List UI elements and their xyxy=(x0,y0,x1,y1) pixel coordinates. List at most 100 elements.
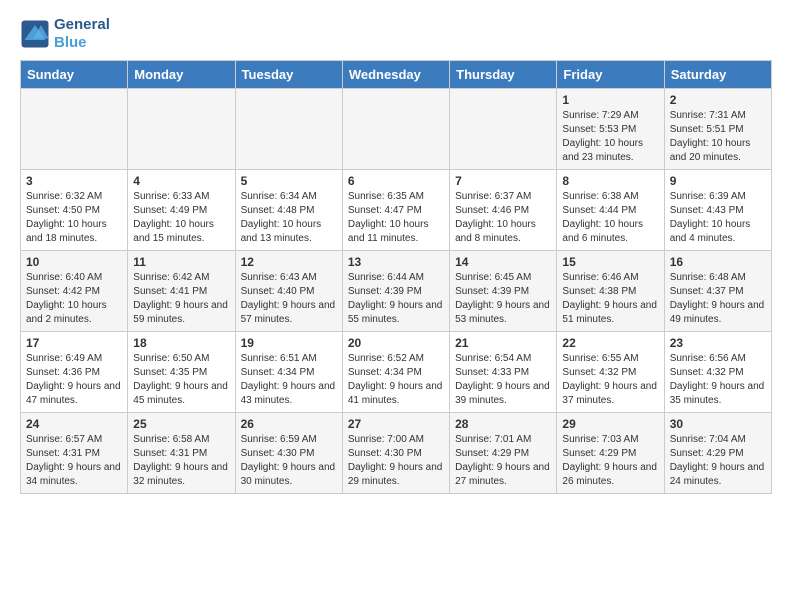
day-info: Sunrise: 6:48 AM Sunset: 4:37 PM Dayligh… xyxy=(670,271,766,327)
calendar-cell: 9Sunrise: 6:39 AM Sunset: 4:43 PM Daylig… xyxy=(664,170,771,251)
calendar-cell: 17 Sunrise: 6:49 AM Sunset: 4:36 PM Dayli… xyxy=(21,332,128,413)
day-number: 15 xyxy=(562,255,658,269)
day-info: Sunrise: 6:56 AM Sunset: 4:32 PM Dayligh… xyxy=(670,352,766,408)
weekday-header: Thursday xyxy=(450,61,557,89)
calendar-cell xyxy=(128,89,235,170)
day-number: 6 xyxy=(348,174,444,188)
day-info: Sunrise: 6:50 AM Sunset: 4:35 PM Dayligh… xyxy=(133,352,229,408)
day-info: Sunrise: 6:39 AM Sunset: 4:43 PM Dayligh… xyxy=(670,190,766,246)
day-info: Sunrise: 6:58 AM Sunset: 4:31 PM Dayligh… xyxy=(133,433,229,489)
day-info: Sunrise: 6:32 AM Sunset: 4:50 PM Dayligh… xyxy=(26,190,122,246)
day-info: Sunrise: 7:31 AM Sunset: 5:51 PM Dayligh… xyxy=(670,109,766,165)
calendar-cell: 13Sunrise: 6:44 AM Sunset: 4:39 PM Dayli… xyxy=(342,251,449,332)
day-number: 19 xyxy=(241,336,337,350)
day-number: 29 xyxy=(562,417,658,431)
calendar-cell: 1 Sunrise: 7:29 AM Sunset: 5:53 PM Daylig… xyxy=(557,89,664,170)
day-info: Sunrise: 6:49 AM Sunset: 4:36 PM Dayligh… xyxy=(26,352,122,408)
calendar-header: SundayMondayTuesdayWednesdayThursdayFrid… xyxy=(21,61,772,89)
logo-icon xyxy=(20,19,50,49)
calendar-cell: 14Sunrise: 6:45 AM Sunset: 4:39 PM Dayli… xyxy=(450,251,557,332)
day-info: Sunrise: 6:59 AM Sunset: 4:30 PM Dayligh… xyxy=(241,433,337,489)
calendar-cell xyxy=(450,89,557,170)
calendar-cell: 4 Sunrise: 6:33 AM Sunset: 4:49 PM Daylig… xyxy=(128,170,235,251)
day-number: 7 xyxy=(455,174,551,188)
day-number: 28 xyxy=(455,417,551,431)
day-info: Sunrise: 7:04 AM Sunset: 4:29 PM Dayligh… xyxy=(670,433,766,489)
day-info: Sunrise: 6:38 AM Sunset: 4:44 PM Dayligh… xyxy=(562,190,658,246)
day-info: Sunrise: 6:40 AM Sunset: 4:42 PM Dayligh… xyxy=(26,271,122,327)
day-info: Sunrise: 6:57 AM Sunset: 4:31 PM Dayligh… xyxy=(26,433,122,489)
day-info: Sunrise: 6:44 AM Sunset: 4:39 PM Dayligh… xyxy=(348,271,444,327)
calendar-cell xyxy=(342,89,449,170)
calendar-cell: 18 Sunrise: 6:50 AM Sunset: 4:35 PM Dayli… xyxy=(128,332,235,413)
calendar-cell: 29 Sunrise: 7:03 AM Sunset: 4:29 PM Dayli… xyxy=(557,413,664,494)
weekday-header: Friday xyxy=(557,61,664,89)
day-number: 11 xyxy=(133,255,229,269)
calendar-cell: 11 Sunrise: 6:42 AM Sunset: 4:41 PM Dayli… xyxy=(128,251,235,332)
calendar-cell: 22 Sunrise: 6:55 AM Sunset: 4:32 PM Dayli… xyxy=(557,332,664,413)
calendar-cell: 12 Sunrise: 6:43 AM Sunset: 4:40 PM Dayli… xyxy=(235,251,342,332)
calendar-cell: 7 Sunrise: 6:37 AM Sunset: 4:46 PM Daylig… xyxy=(450,170,557,251)
calendar-cell: 21 Sunrise: 6:54 AM Sunset: 4:33 PM Dayli… xyxy=(450,332,557,413)
day-number: 16 xyxy=(670,255,766,269)
day-number: 21 xyxy=(455,336,551,350)
day-info: Sunrise: 6:37 AM Sunset: 4:46 PM Dayligh… xyxy=(455,190,551,246)
calendar-cell: 24 Sunrise: 6:57 AM Sunset: 4:31 PM Dayli… xyxy=(21,413,128,494)
calendar-cell: 25 Sunrise: 6:58 AM Sunset: 4:31 PM Dayli… xyxy=(128,413,235,494)
calendar: SundayMondayTuesdayWednesdayThursdayFrid… xyxy=(20,60,772,494)
calendar-cell: 23 Sunrise: 6:56 AM Sunset: 4:32 PM Dayli… xyxy=(664,332,771,413)
calendar-cell: 8 Sunrise: 6:38 AM Sunset: 4:44 PM Daylig… xyxy=(557,170,664,251)
day-number: 18 xyxy=(133,336,229,350)
calendar-cell: 19 Sunrise: 6:51 AM Sunset: 4:34 PM Dayli… xyxy=(235,332,342,413)
day-info: Sunrise: 7:00 AM Sunset: 4:30 PM Dayligh… xyxy=(348,433,444,489)
calendar-cell: 16 Sunrise: 6:48 AM Sunset: 4:37 PM Dayli… xyxy=(664,251,771,332)
calendar-cell xyxy=(21,89,128,170)
calendar-cell: 30 Sunrise: 7:04 AM Sunset: 4:29 PM Dayli… xyxy=(664,413,771,494)
day-number: 5 xyxy=(241,174,337,188)
day-info: Sunrise: 6:55 AM Sunset: 4:32 PM Dayligh… xyxy=(562,352,658,408)
day-number: 20 xyxy=(348,336,444,350)
day-info: Sunrise: 6:52 AM Sunset: 4:34 PM Dayligh… xyxy=(348,352,444,408)
day-number: 17 xyxy=(26,336,122,350)
day-info: Sunrise: 7:03 AM Sunset: 4:29 PM Dayligh… xyxy=(562,433,658,489)
calendar-cell: 20 Sunrise: 6:52 AM Sunset: 4:34 PM Dayli… xyxy=(342,332,449,413)
day-info: Sunrise: 6:34 AM Sunset: 4:48 PM Dayligh… xyxy=(241,190,337,246)
day-number: 12 xyxy=(241,255,337,269)
calendar-cell: 27 Sunrise: 7:00 AM Sunset: 4:30 PM Dayli… xyxy=(342,413,449,494)
day-number: 25 xyxy=(133,417,229,431)
weekday-header: Sunday xyxy=(21,61,128,89)
calendar-cell: 6 Sunrise: 6:35 AM Sunset: 4:47 PM Daylig… xyxy=(342,170,449,251)
day-number: 26 xyxy=(241,417,337,431)
day-info: Sunrise: 7:01 AM Sunset: 4:29 PM Dayligh… xyxy=(455,433,551,489)
day-number: 14 xyxy=(455,255,551,269)
day-number: 2 xyxy=(670,93,766,107)
day-number: 1 xyxy=(562,93,658,107)
day-info: Sunrise: 6:33 AM Sunset: 4:49 PM Dayligh… xyxy=(133,190,229,246)
weekday-header: Wednesday xyxy=(342,61,449,89)
day-number: 3 xyxy=(26,174,122,188)
weekday-header: Saturday xyxy=(664,61,771,89)
day-info: Sunrise: 7:29 AM Sunset: 5:53 PM Dayligh… xyxy=(562,109,658,165)
day-number: 22 xyxy=(562,336,658,350)
page-header: General Blue xyxy=(20,16,772,52)
day-info: Sunrise: 6:46 AM Sunset: 4:38 PM Dayligh… xyxy=(562,271,658,327)
calendar-cell: 26 Sunrise: 6:59 AM Sunset: 4:30 PM Dayli… xyxy=(235,413,342,494)
calendar-cell: 5 Sunrise: 6:34 AM Sunset: 4:48 PM Daylig… xyxy=(235,170,342,251)
day-number: 4 xyxy=(133,174,229,188)
weekday-header: Tuesday xyxy=(235,61,342,89)
day-info: Sunrise: 6:42 AM Sunset: 4:41 PM Dayligh… xyxy=(133,271,229,327)
day-number: 30 xyxy=(670,417,766,431)
weekday-header: Monday xyxy=(128,61,235,89)
day-number: 24 xyxy=(26,417,122,431)
day-number: 23 xyxy=(670,336,766,350)
day-number: 27 xyxy=(348,417,444,431)
calendar-cell: 2 Sunrise: 7:31 AM Sunset: 5:51 PM Daylig… xyxy=(664,89,771,170)
day-info: Sunrise: 6:51 AM Sunset: 4:34 PM Dayligh… xyxy=(241,352,337,408)
day-info: Sunrise: 6:43 AM Sunset: 4:40 PM Dayligh… xyxy=(241,271,337,327)
day-info: Sunrise: 6:54 AM Sunset: 4:33 PM Dayligh… xyxy=(455,352,551,408)
day-info: Sunrise: 6:35 AM Sunset: 4:47 PM Dayligh… xyxy=(348,190,444,246)
calendar-cell: 15 Sunrise: 6:46 AM Sunset: 4:38 PM Dayli… xyxy=(557,251,664,332)
day-number: 8 xyxy=(562,174,658,188)
calendar-cell xyxy=(235,89,342,170)
logo-text: General Blue xyxy=(54,16,110,52)
